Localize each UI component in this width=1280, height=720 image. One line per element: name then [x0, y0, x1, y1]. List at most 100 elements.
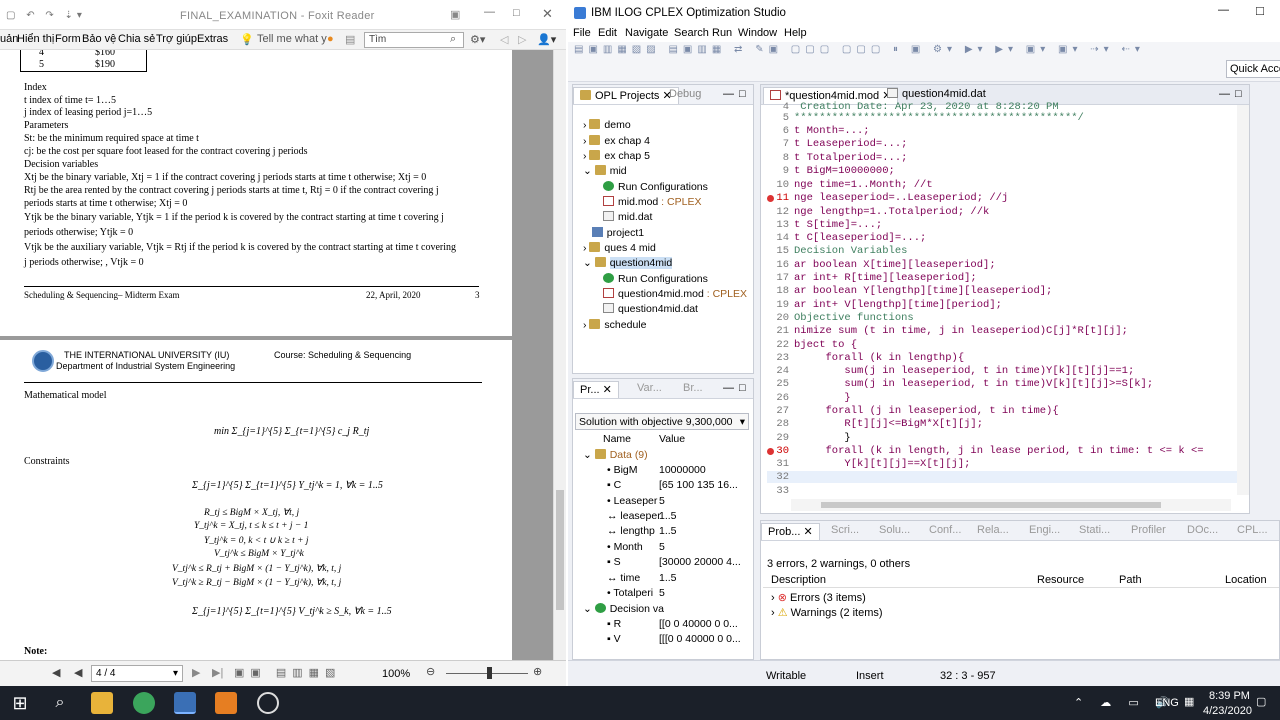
search-icon[interactable]: ⌕ — [450, 33, 456, 46]
tree-item-ex-chap5[interactable]: › ex chap 5 — [583, 150, 650, 162]
tree-item-question4mid[interactable]: ⌄ question4mid — [583, 257, 673, 269]
tab-relaxations[interactable]: Rela... — [971, 523, 1015, 540]
user-icon[interactable]: 👤▾ — [537, 33, 556, 46]
last-page-icon[interactable]: ▶| — [212, 666, 223, 679]
file-explorer-icon[interactable] — [91, 692, 113, 714]
minimize-view-icon[interactable]: — — [723, 88, 734, 100]
minimize-button[interactable]: — — [1218, 4, 1229, 16]
errors-row[interactable]: › ⊗ Errors (3 items) — [771, 591, 866, 604]
tree-item-mid[interactable]: ⌄ mid — [583, 165, 627, 177]
search-input[interactable]: Tìm — [364, 32, 464, 48]
scrollbar-thumb[interactable] — [556, 490, 564, 610]
menu-help[interactable]: Help — [784, 27, 807, 39]
tree-item-project1[interactable]: project1 — [583, 227, 644, 239]
browser-row[interactable]: ▪ C — [607, 479, 621, 491]
browser-row[interactable]: • Leaseper — [607, 495, 657, 507]
search-icon[interactable]: ⌕ — [49, 692, 71, 714]
keyboard-icon[interactable]: ▦ — [1184, 695, 1194, 708]
forward-icon[interactable]: ▷ — [518, 33, 526, 46]
prev-page-icon[interactable]: ◀ — [74, 666, 82, 679]
start-button[interactable]: ⊞ — [9, 692, 31, 714]
search-tool-icon[interactable]: ▤ — [345, 33, 355, 46]
tab-scripting[interactable]: Scri... — [825, 523, 865, 540]
cplex-taskbar-icon[interactable] — [174, 692, 196, 714]
browser-row[interactable]: ↔ leaseper — [607, 510, 661, 522]
browser-row-data[interactable]: ⌄ Data (9) — [583, 449, 648, 461]
ribbon-tab-view[interactable]: Hiển thị — [17, 33, 54, 45]
editor-vscrollbar[interactable] — [1237, 105, 1249, 495]
solution-select[interactable]: Solution with objective 9,300,000 ▾ — [575, 413, 749, 430]
browser-row[interactable]: ▪ S — [607, 556, 621, 568]
tab-problems[interactable]: Prob... ✕ — [761, 523, 820, 540]
error-marker[interactable] — [767, 195, 774, 202]
browser-row[interactable]: ↔ time — [607, 572, 640, 584]
browser-row[interactable]: ↔ lengthp — [607, 525, 655, 537]
menu-edit[interactable]: Edit — [598, 27, 617, 39]
tree-item-demo[interactable]: › demo — [583, 119, 631, 131]
pdf-viewport[interactable]: 4 $160 5 $190 Index t index of time t= 1… — [0, 50, 553, 660]
chrome-icon[interactable] — [133, 692, 155, 714]
language-indicator[interactable]: ENG — [1155, 697, 1179, 709]
maximize-view-icon[interactable]: □ — [739, 88, 746, 100]
maximize-view-icon[interactable]: □ — [739, 382, 746, 394]
browser-row[interactable]: ▪ R — [607, 618, 621, 630]
toolbar-icons[interactable]: ▤▣▥▦▧▨ ▤▣▥▦ ⇄ ✎▣ ▢▢▢ ▢▢▢ ⏸ ▣ ⚙▾ ▶▾ ▶▾ ▣▾… — [574, 44, 1145, 55]
quick-access-icons[interactable]: ▢ ↶ ↷ ⇣▾ — [6, 10, 86, 21]
column-header-value[interactable]: Value — [659, 433, 685, 445]
tree-item-question4mid-mod[interactable]: question4mid.mod : CPLEX — [603, 288, 747, 300]
tree-item-run-config-2[interactable]: Run Configurations — [603, 273, 708, 285]
next-page-icon[interactable]: ▶ — [192, 666, 200, 679]
maximize-button[interactable]: □ — [1256, 3, 1264, 18]
ribbon-tab-protect[interactable]: Bảo vệ — [82, 33, 116, 45]
tab-problem-browser[interactable]: Pr... ✕ — [573, 381, 619, 398]
menu-search[interactable]: Search — [674, 27, 709, 39]
smiley-icon[interactable]: ● — [327, 33, 334, 45]
tree-item-schedule[interactable]: › schedule — [583, 319, 646, 331]
tab-docplex[interactable]: DOc... — [1181, 523, 1224, 540]
column-path[interactable]: Path — [1119, 574, 1142, 586]
browser-row[interactable]: • Totalperi — [607, 587, 653, 599]
foxit-taskbar-icon[interactable] — [215, 692, 237, 714]
tab-conflicts[interactable]: Conf... — [923, 523, 967, 540]
tree-item-question4mid-dat[interactable]: question4mid.dat — [603, 303, 698, 315]
back-icon[interactable]: ◁ — [500, 33, 508, 46]
menu-file[interactable]: File — [573, 27, 591, 39]
tree-item-ques4mid[interactable]: › ques 4 mid — [583, 242, 656, 254]
tab-engine-log[interactable]: Engi... — [1023, 523, 1066, 540]
clock-time[interactable]: 8:39 PM — [1209, 690, 1250, 702]
zoom-in-icon[interactable]: ⊕ — [533, 665, 542, 678]
browser-row[interactable]: • Month — [607, 541, 643, 553]
ribbon-tab-file[interactable]: uản — [0, 33, 18, 45]
quick-access-input[interactable]: Quick Acces — [1226, 60, 1280, 78]
zoom-level[interactable]: 100% — [382, 668, 410, 680]
ribbon-tab-extras[interactable]: Extras — [197, 33, 228, 45]
tree-item-mid-dat[interactable]: mid.dat — [603, 211, 652, 223]
tab-statistics[interactable]: Stati... — [1073, 523, 1116, 540]
vertical-scrollbar[interactable] — [553, 50, 566, 660]
tree-item-run-config[interactable]: Run Configurations — [603, 181, 708, 193]
menu-run[interactable]: Run — [712, 27, 732, 39]
editor-hscrollbar[interactable] — [791, 499, 1231, 511]
close-button[interactable]: ✕ — [542, 6, 553, 22]
zoom-slider-thumb[interactable] — [487, 667, 492, 679]
tree-item-mid-mod[interactable]: mid.mod : CPLEX — [603, 196, 701, 208]
column-location[interactable]: Location — [1225, 574, 1267, 586]
tab-variables[interactable]: Var... — [631, 381, 668, 398]
first-page-icon[interactable]: ◀ — [52, 666, 60, 679]
column-header-name[interactable]: Name — [603, 433, 631, 445]
ribbon-tab-share[interactable]: Chia sẻ — [118, 33, 155, 45]
scrollbar-thumb[interactable] — [821, 502, 1161, 508]
app-taskbar-icon[interactable] — [257, 692, 279, 714]
tell-me-field[interactable]: Tell me what y — [257, 33, 327, 45]
minimize-button[interactable]: — — [484, 6, 495, 18]
gear-icon[interactable]: ⚙▾ — [470, 33, 485, 46]
column-resource[interactable]: Resource — [1037, 574, 1084, 586]
ribbon-tab-help[interactable]: Trợ giúp — [156, 33, 197, 45]
tab-profiler[interactable]: Profiler — [1125, 523, 1172, 540]
tree-item-ex-chap4[interactable]: › ex chap 4 — [583, 135, 650, 147]
minimize-view-icon[interactable]: — — [723, 382, 734, 394]
tab-debug[interactable]: Debug — [663, 87, 707, 104]
menu-navigate[interactable]: Navigate — [625, 27, 668, 39]
minimize-view-icon[interactable]: — — [1219, 88, 1230, 100]
error-marker[interactable] — [767, 448, 774, 455]
